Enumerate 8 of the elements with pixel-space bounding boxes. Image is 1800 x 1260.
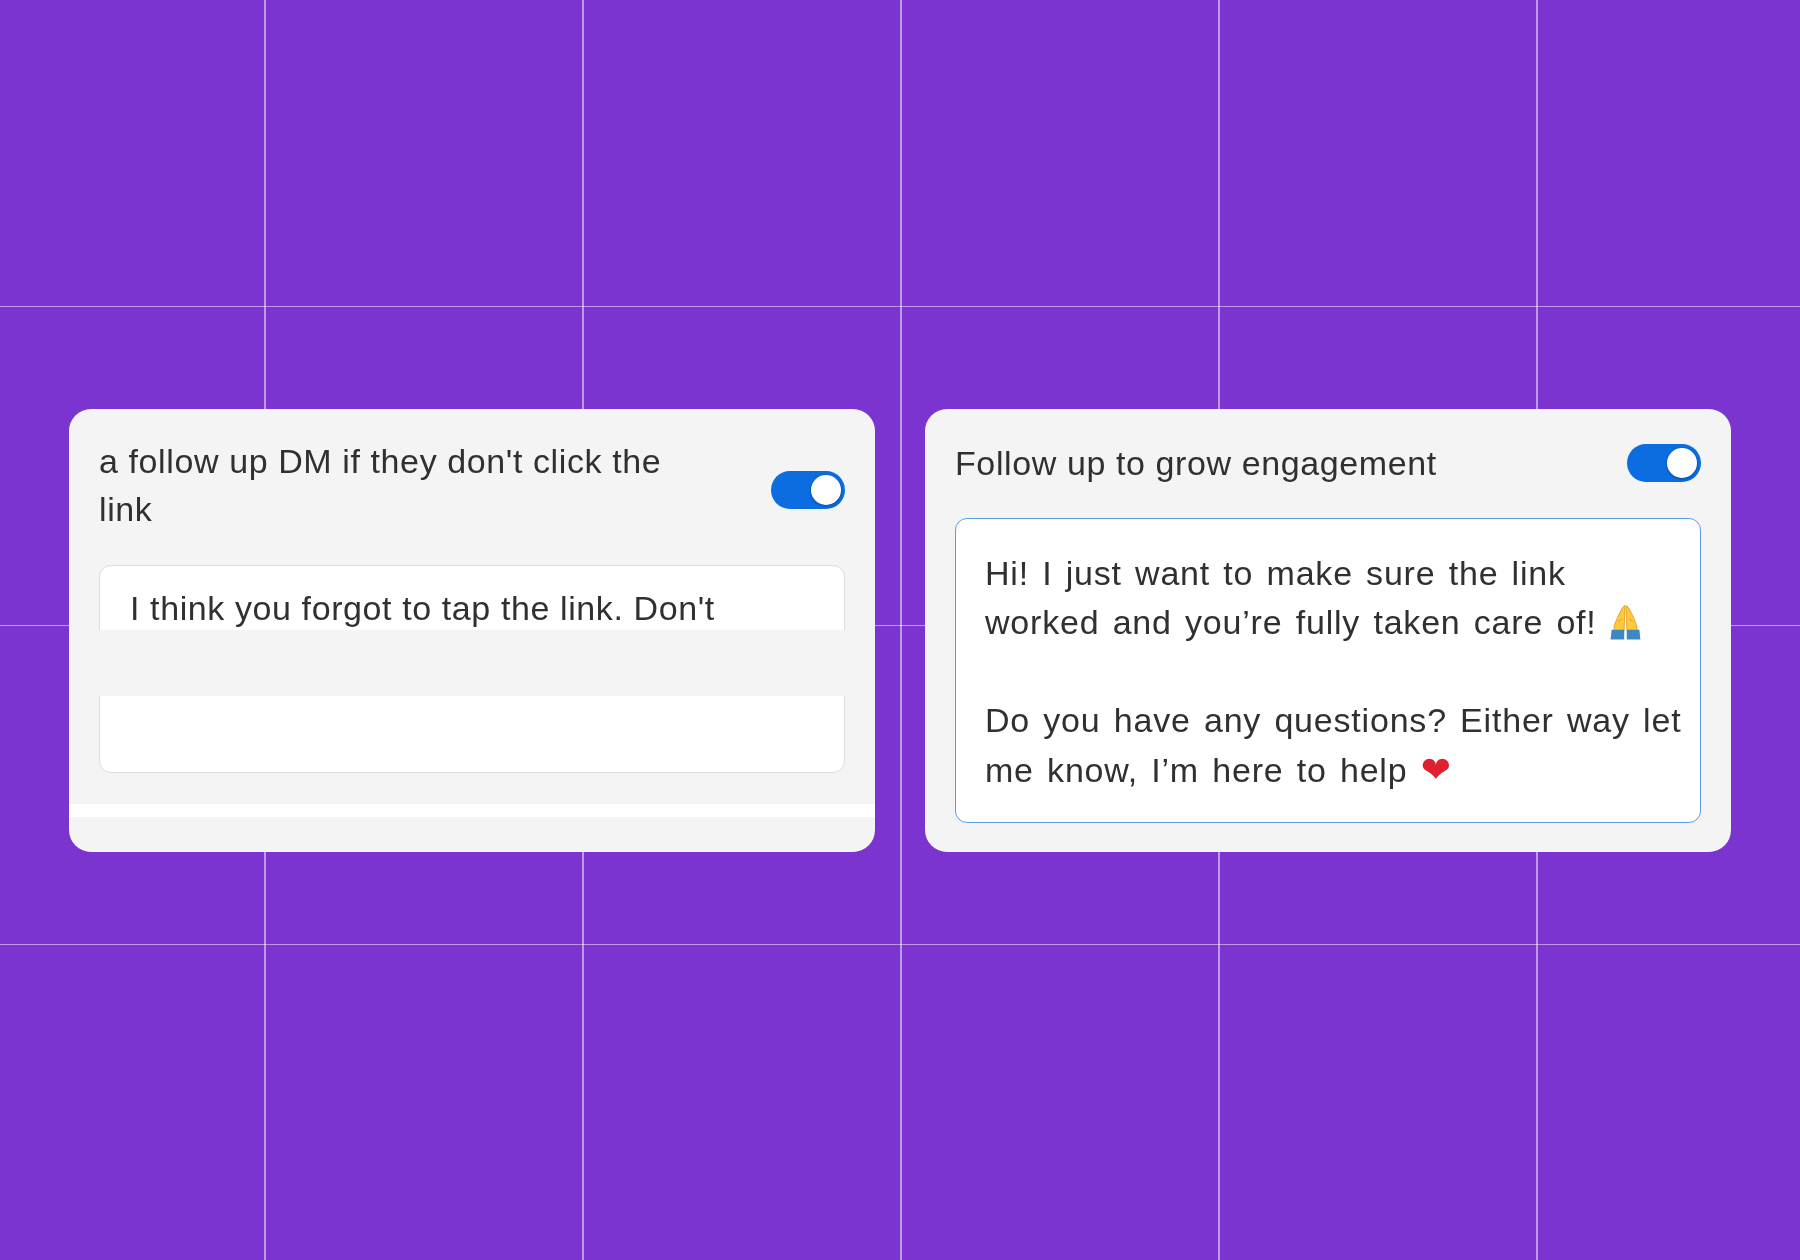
toggle-switch[interactable] xyxy=(1627,444,1701,482)
setting-title: a follow up DM if they don't click the link xyxy=(99,441,663,530)
message-text: Do you have any questions? Either way let me know, I’m here to help ❤ xyxy=(985,701,1682,789)
setting-title: Follow up to grow engagement xyxy=(955,443,1437,484)
message-text: Hi! I just want to make sure the link worked and you’re fully taken care of! xyxy=(985,554,1597,641)
toggle-switch[interactable] xyxy=(771,470,845,509)
message-text: I think you forgot to tap the link. Don't xyxy=(130,589,715,627)
message-field[interactable]: Hi! I just want to make sure the link worked and you’re fully taken care of! Do you have any questions? Either way let me know, I’m here to help ❤ xyxy=(955,518,1701,823)
